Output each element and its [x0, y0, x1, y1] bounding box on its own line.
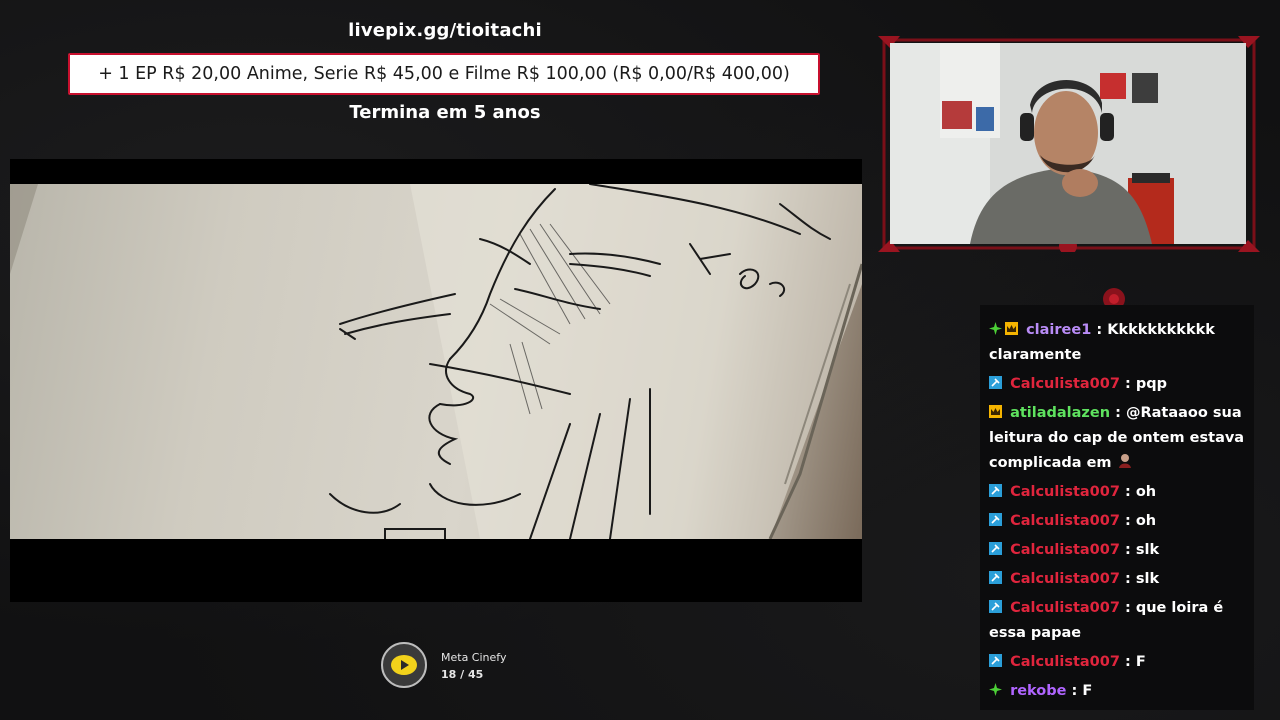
donation-url: livepix.gg/tioitachi: [348, 20, 542, 41]
pin-badge-icon: [989, 568, 1002, 584]
chat-message: Calculista007 : oh: [989, 509, 1247, 534]
chat-text: : oh: [1125, 513, 1157, 529]
video-frame: [10, 184, 862, 539]
chat-message: Calculista007 : que loira é essa papae: [989, 596, 1247, 646]
chat-username[interactable]: Calculista007: [1010, 484, 1120, 500]
plus-badge-icon: [989, 680, 1002, 696]
chat-text: : slk: [1125, 571, 1160, 587]
pin-badge-icon: [989, 539, 1002, 555]
chat-message: Calculista007 : oh: [989, 480, 1247, 505]
chat-username[interactable]: Calculista007: [1010, 600, 1120, 616]
emote-icon: [1117, 452, 1133, 468]
goal-ends: Termina em 5 anos: [349, 102, 541, 123]
cinefy-logo-icon: [381, 642, 427, 688]
chat-username[interactable]: Calculista007: [1010, 654, 1120, 670]
crown-badge-icon: [989, 402, 1002, 418]
crown-badge-icon: [1005, 319, 1018, 335]
pin-badge-icon: [989, 651, 1002, 667]
meta-title: Meta Cinefy: [441, 651, 507, 664]
webcam-feed: [890, 43, 1246, 244]
chat-message: clairee1 : Kkkkkkkkkkk claramente: [989, 318, 1247, 368]
goal-text: + 1 EP R$ 20,00 Anime, Serie R$ 45,00 e …: [98, 64, 790, 84]
chat-text: : Kkkkkkkkkkk claramente: [989, 322, 1215, 363]
pin-badge-icon: [989, 373, 1002, 389]
chat-username[interactable]: Calculista007: [1010, 571, 1120, 587]
chat-message: Calculista007 : slk: [989, 567, 1247, 592]
chat-message: Calculista007 : pqp: [989, 372, 1247, 397]
chat-username[interactable]: Calculista007: [1010, 376, 1120, 392]
chat-text: : F: [1071, 683, 1093, 699]
chat-message: atiladalazen : @Rataaoo sua leitura do c…: [989, 401, 1247, 476]
chat-username[interactable]: atiladalazen: [1010, 405, 1110, 421]
meta-progress: 18 / 45: [441, 668, 484, 681]
chat-text: : oh: [1125, 484, 1157, 500]
chat-message: Calculista007 : F: [989, 650, 1247, 675]
pin-badge-icon: [989, 597, 1002, 613]
sketch-illustration: [10, 184, 862, 539]
goal-bar: + 1 EP R$ 20,00 Anime, Serie R$ 45,00 e …: [68, 53, 820, 95]
chat-text: : pqp: [1125, 376, 1167, 392]
video-player[interactable]: [10, 159, 862, 602]
chat-panel[interactable]: clairee1 : Kkkkkkkkkkk claramente Calcul…: [980, 305, 1254, 710]
chat-message: rekobe : F: [989, 679, 1247, 704]
chat-username[interactable]: rekobe: [1010, 683, 1066, 699]
chat-text: : F: [1125, 654, 1146, 670]
plus-badge-icon: [989, 319, 1002, 335]
chat-username[interactable]: Calculista007: [1010, 513, 1120, 529]
chat-username[interactable]: clairee1: [1026, 322, 1091, 338]
chat-username[interactable]: Calculista007: [1010, 542, 1120, 558]
chat-text: : slk: [1125, 542, 1160, 558]
chat-message: Calculista007 : slk: [989, 538, 1247, 563]
pin-badge-icon: [989, 510, 1002, 526]
pin-badge-icon: [989, 481, 1002, 497]
